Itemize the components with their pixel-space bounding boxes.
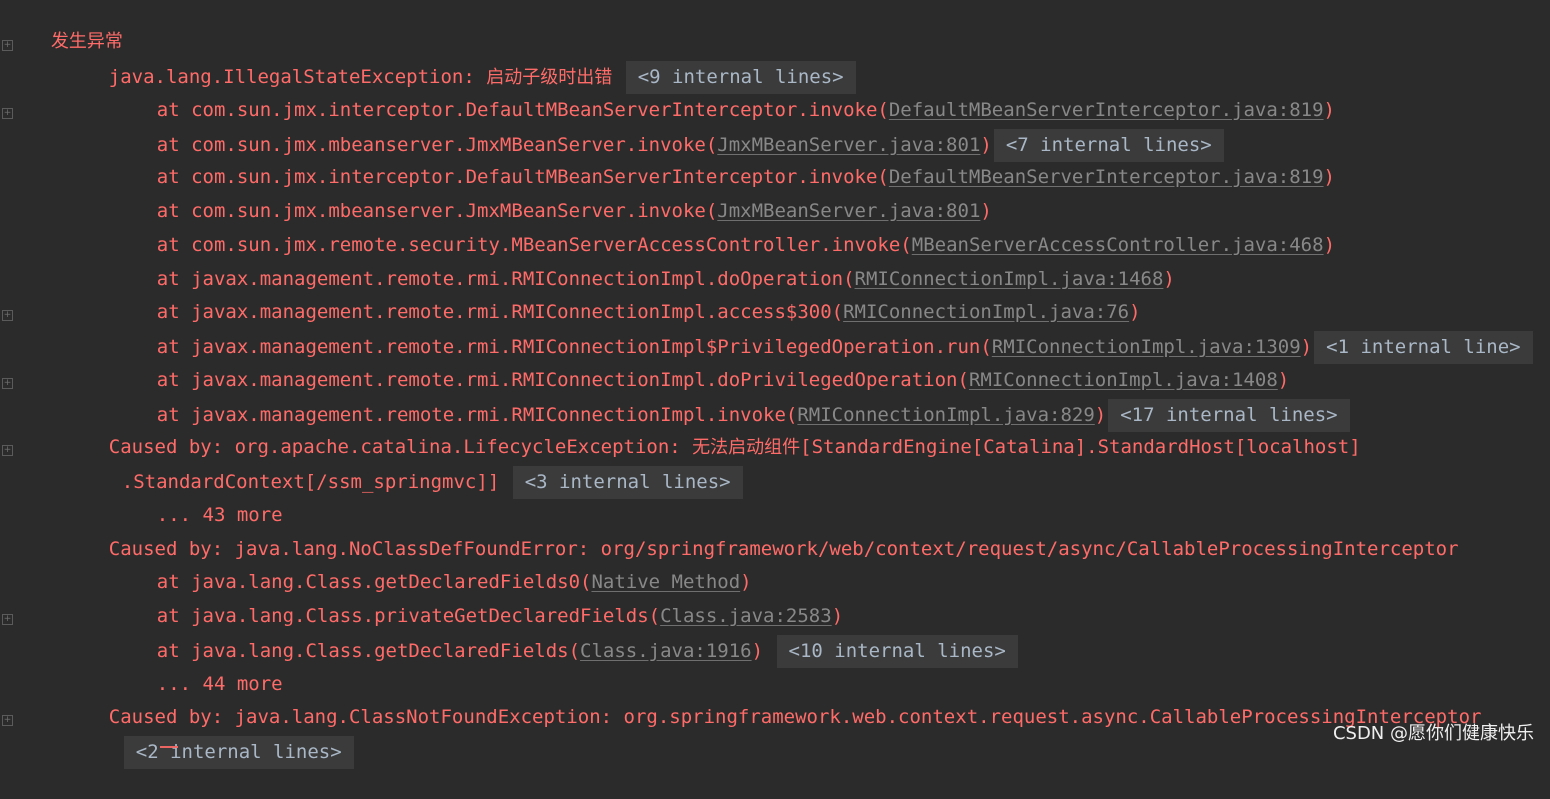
stack-frame: at com.sun.jmx.mbeanserver.JmxMBeanServe…	[111, 166, 992, 222]
expand-fold-icon[interactable]: +	[2, 715, 13, 726]
console-output: 发生异常 + java.lang.IllegalStateException: …	[0, 0, 1550, 769]
internal-lines-toggle[interactable]: <2 internal lines>	[123, 736, 354, 769]
stack-frame: at javax.management.remote.rmi.RMIConnec…	[111, 267, 1141, 323]
caused-by-line: Caused by: java.lang.NoClassDefFoundErro…	[63, 504, 1459, 560]
expand-fold-icon[interactable]: +	[2, 378, 13, 389]
stack-frame: at javax.management.remote.rmi.RMIConnec…	[111, 301, 1533, 364]
more-frames: ... 44 more	[111, 639, 283, 695]
stack-frame-suffix: )	[1163, 268, 1175, 290]
stack-frame: at java.lang.Class.getDeclaredFields0(Na…	[111, 537, 752, 593]
source-link[interactable]: Class.java:1916	[580, 640, 752, 662]
stack-frame-suffix: )	[751, 640, 764, 662]
expand-fold-icon[interactable]: +	[2, 445, 13, 456]
expand-fold-icon[interactable]: +	[2, 310, 13, 321]
more-frames: ... 43 more	[111, 470, 283, 526]
internal-lines-toggle[interactable]: <3 internal lines>	[512, 466, 743, 499]
caused-by-line: Caused by: java.lang.ClassNotFoundExcept…	[63, 672, 1482, 728]
csdn-watermark: CSDN @愿你们健康快乐	[1332, 723, 1534, 744]
stack-frame: at java.lang.Class.getDeclaredFields(Cla…	[111, 605, 1018, 668]
stack-frame: at com.sun.jmx.interceptor.DefaultMBeanS…	[111, 65, 1335, 121]
internal-lines-toggle[interactable]: <1 internal line>	[1314, 331, 1533, 364]
stack-frame-suffix: )	[1323, 234, 1336, 256]
stack-frame: at java.lang.Class.privateGetDeclaredFie…	[111, 571, 843, 627]
stack-frame: at com.sun.jmx.mbeanserver.JmxMBeanServe…	[111, 99, 1224, 162]
stack-frame: at com.sun.jmx.remote.security.MBeanServ…	[111, 200, 1335, 256]
log-line-exception: java.lang.IllegalStateException: 启动子级时出错…	[63, 31, 856, 94]
stack-frame-suffix: )	[1323, 166, 1335, 188]
caused-by-detail: [StandardEngine[Catalina].StandardHost[l…	[800, 436, 1361, 458]
caused-by-continuation: .StandardContext[/ssm_springmvc]] <3 int…	[76, 436, 743, 499]
stack-frame: at javax.management.remote.rmi.RMIConnec…	[111, 335, 1289, 391]
stack-frame-suffix: )	[1323, 99, 1335, 121]
expand-fold-icon[interactable]: +	[2, 108, 13, 119]
expand-fold-icon[interactable]: +	[2, 40, 13, 51]
console-header: 发生异常	[28, 0, 123, 52]
stack-frame: at javax.management.remote.rmi.RMIConnec…	[111, 369, 1350, 432]
next-line-fragment	[160, 746, 178, 752]
stack-frame: at com.sun.jmx.interceptor.DefaultMBeanS…	[111, 132, 1335, 188]
stack-frame: at javax.management.remote.rmi.RMIConnec…	[111, 234, 1175, 290]
internal-lines-row: <2 internal lines>	[76, 706, 354, 769]
stack-frame-suffix: )	[1300, 336, 1313, 358]
expand-fold-icon[interactable]: +	[2, 614, 13, 625]
internal-lines-toggle[interactable]: <10 internal lines>	[776, 635, 1018, 668]
caused-by-line: Caused by: org.apache.catalina.Lifecycle…	[63, 402, 1361, 458]
